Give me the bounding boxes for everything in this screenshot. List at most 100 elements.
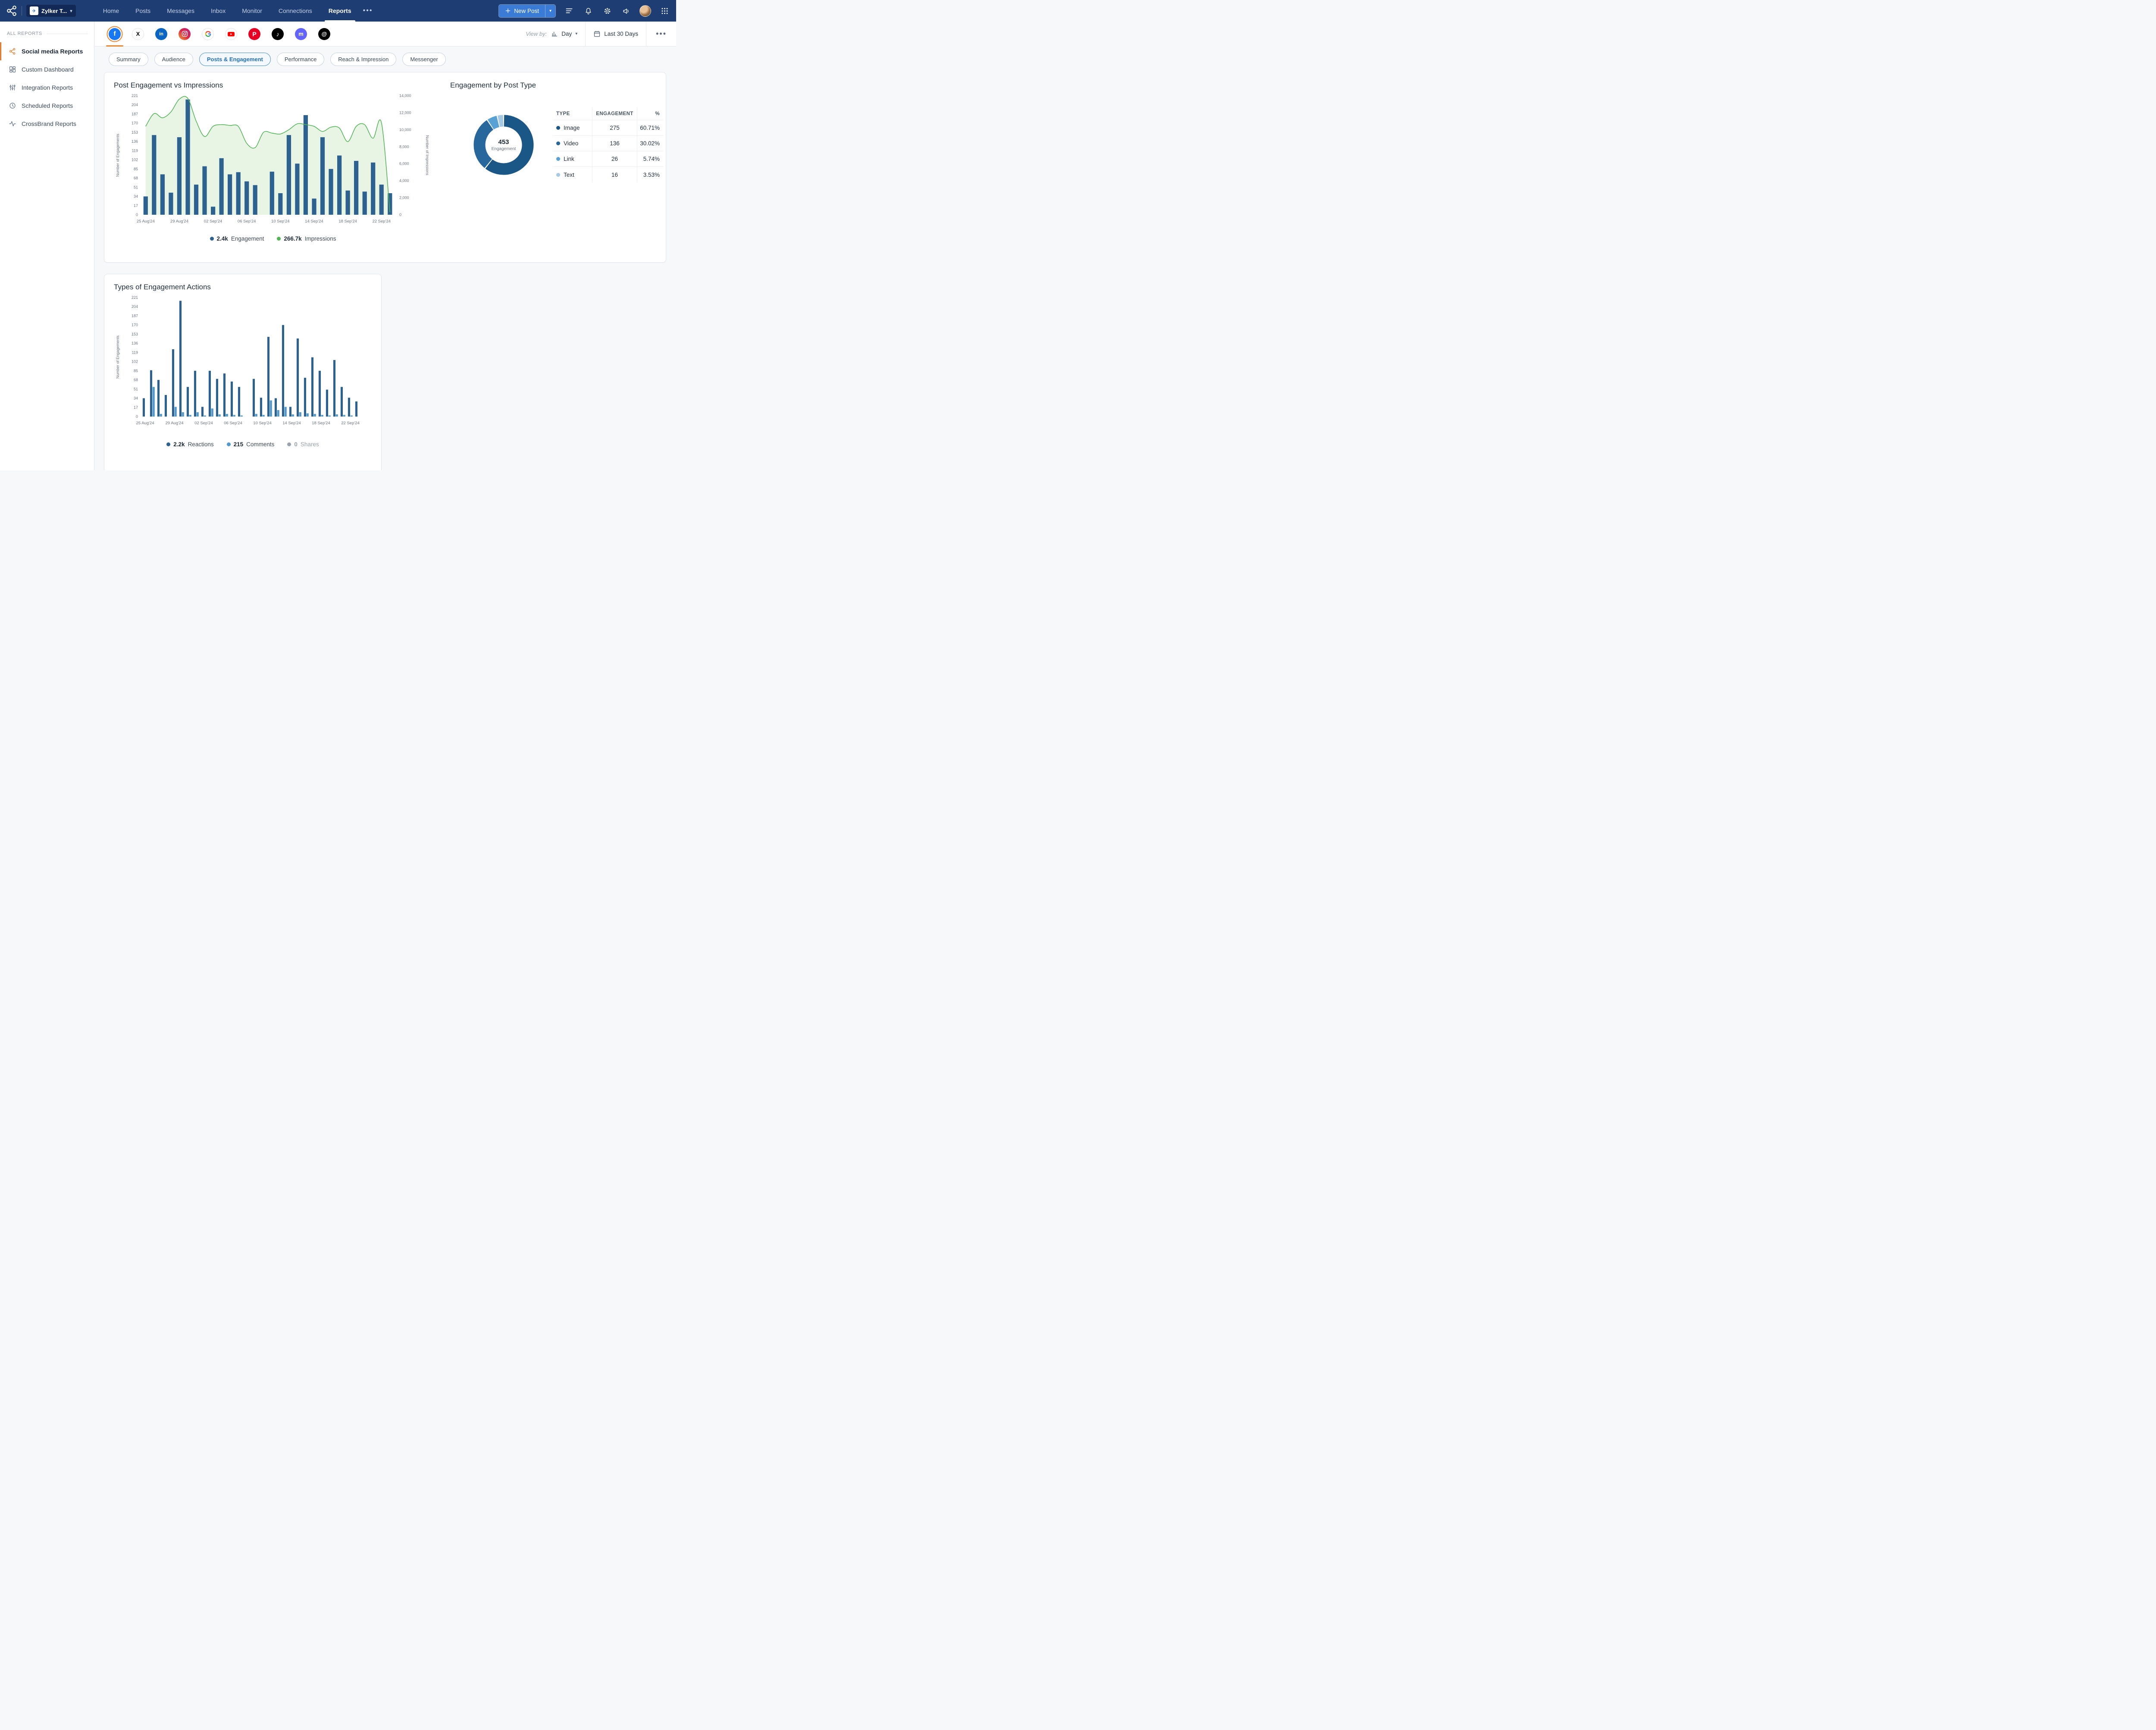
tab-messenger[interactable]: Messenger (402, 53, 446, 66)
legend-label: Reactions (188, 441, 214, 448)
actions-chart-title: Types of Engagement Actions (114, 283, 211, 291)
nav-posts[interactable]: Posts (127, 0, 159, 22)
svg-text:187: 187 (132, 313, 138, 318)
svg-text:8,000: 8,000 (399, 144, 409, 149)
svg-text:14 Sep'24: 14 Sep'24 (282, 421, 301, 426)
network-google-icon[interactable] (202, 28, 214, 40)
user-avatar[interactable] (639, 5, 651, 17)
channel-filter-row: f X in P ♪ m @ View by: Day ▾ Last 30 Da… (95, 21, 676, 47)
network-mastodon-icon[interactable]: m (295, 28, 307, 40)
brand-selector[interactable]: ✈ Zylker T... ▾ (26, 5, 76, 17)
svg-text:17: 17 (134, 204, 138, 208)
tab-summary[interactable]: Summary (109, 53, 148, 66)
type-label: Text (564, 171, 574, 178)
tab-audience[interactable]: Audience (154, 53, 193, 66)
nav-inbox[interactable]: Inbox (203, 0, 234, 22)
network-threads-icon[interactable]: @ (318, 28, 330, 40)
sidebar-item-label: CrossBrand Reports (22, 120, 76, 127)
legend-dot (226, 442, 231, 446)
svg-text:02 Sep'24: 02 Sep'24 (204, 219, 222, 224)
legend-reactions: 2.2k Reactions (166, 441, 214, 448)
col-percent: % (655, 111, 660, 116)
nav-more-icon[interactable]: ••• (360, 7, 376, 15)
nav-connections[interactable]: Connections (270, 0, 320, 22)
svg-text:6,000: 6,000 (399, 162, 409, 166)
type-pct: 3.53% (643, 171, 660, 178)
type-label: Link (564, 156, 574, 162)
legend-dot (556, 126, 560, 130)
sidebar-item-integration-reports[interactable]: Integration Reports (0, 78, 94, 97)
types-of-engagement-actions-chart: 0 17 34 51 68 85 102 119 136 153 170 187 204 221 Numbe… (116, 295, 360, 426)
tab-posts-engagement[interactable]: Posts & Engagement (199, 53, 271, 66)
tab-performance[interactable]: Performance (276, 53, 325, 66)
date-range-picker[interactable]: Last 30 Days (585, 21, 646, 47)
queue-list-icon[interactable] (564, 5, 575, 16)
network-instagram-icon[interactable] (179, 28, 191, 40)
combo-chart-title: Post Engagement vs Impressions (114, 81, 223, 89)
apps-grid-icon[interactable] (659, 5, 670, 16)
legend-value: 2.2k (173, 441, 185, 448)
col-type: TYPE (553, 107, 592, 120)
network-facebook-icon[interactable]: f (106, 28, 123, 47)
announcement-megaphone-icon[interactable] (620, 5, 632, 16)
legend-comments: 215 Comments (226, 441, 274, 448)
notifications-bell-icon[interactable] (583, 5, 594, 16)
dashboard-icon (9, 66, 16, 72)
type-value: 136 (592, 136, 637, 151)
nav-messages[interactable]: Messages (159, 0, 203, 22)
sidebar-item-label: Social media Reports (22, 48, 83, 55)
network-linkedin-icon[interactable]: in (155, 28, 167, 40)
engagement-actions-card: Types of Engagement Actions 0 17 34 51 68 85 1… (104, 274, 382, 470)
svg-text:136: 136 (132, 139, 138, 144)
new-post-button[interactable]: New Post (499, 4, 545, 17)
svg-text:22 Sep'24: 22 Sep'24 (341, 421, 360, 426)
engagement-impressions-card: Post Engagement vs Impressions 0 17 34 51 68… (104, 72, 666, 263)
svg-text:18 Sep'24: 18 Sep'24 (312, 421, 330, 426)
sidebar-item-social-media-reports[interactable]: Social media Reports (0, 42, 94, 60)
type-value: 16 (592, 167, 637, 182)
svg-text:06 Sep'24: 06 Sep'24 (238, 219, 256, 224)
svg-text:Number of Engagements: Number of Engagements (116, 335, 120, 379)
nav-monitor[interactable]: Monitor (234, 0, 270, 22)
type-value: 26 (592, 151, 637, 166)
table-row: Video 136 30.02% (553, 136, 663, 151)
engagement-vs-impressions-chart: 0 17 34 51 68 85 102 119 136 153 170 187 204 221 0 2,00… (116, 94, 429, 224)
svg-text:102: 102 (132, 158, 138, 162)
col-engagement: ENGAGEMENT (592, 107, 637, 120)
svg-text:14 Sep'24: 14 Sep'24 (305, 219, 323, 224)
chevron-down-icon: ▾ (70, 8, 72, 14)
type-pct: 30.02% (640, 140, 660, 147)
tab-reach-impression[interactable]: Reach & Impression (330, 53, 397, 66)
nav-home[interactable]: Home (95, 0, 127, 22)
svg-text:2,000: 2,000 (399, 196, 409, 200)
navbar-actions: New Post ▾ (498, 4, 670, 18)
svg-text:10,000: 10,000 (399, 128, 411, 132)
network-youtube-icon[interactable] (225, 28, 237, 40)
donut-chart-wrap: 453 Engagement (466, 107, 542, 183)
donut-row: 453 Engagement TYPE ENGAGEMENT % Image 2… (450, 107, 663, 183)
settings-gear-icon[interactable] (602, 5, 613, 16)
sidebar-item-scheduled-reports[interactable]: Scheduled Reports (0, 97, 94, 115)
legend-dot (210, 237, 214, 241)
zoho-social-logo (6, 5, 17, 16)
network-pinterest-icon[interactable]: P (248, 28, 260, 40)
svg-text:14,000: 14,000 (399, 94, 411, 98)
more-options-icon[interactable]: ••• (646, 21, 676, 47)
view-by-day-dropdown[interactable]: View by: Day ▾ (518, 22, 585, 47)
reports-sidebar: ALL REPORTS Social media Reports Custom … (0, 22, 94, 470)
svg-text:06 Sep'24: 06 Sep'24 (224, 421, 242, 426)
network-x-twitter-icon[interactable]: X (132, 28, 144, 40)
sidebar-item-custom-dashboard[interactable]: Custom Dashboard (0, 60, 94, 78)
post-type-section: Engagement by Post Type 453 Engagement T… (441, 72, 673, 262)
share-nodes-icon (9, 48, 16, 55)
new-post-dropdown-button[interactable]: ▾ (545, 4, 555, 17)
network-tiktok-icon[interactable]: ♪ (272, 28, 284, 40)
svg-text:68: 68 (134, 378, 138, 382)
combo-chart-section: Post Engagement vs Impressions 0 17 34 51 68… (104, 72, 441, 262)
nav-reports[interactable]: Reports (320, 0, 360, 22)
table-row: Text 16 3.53% (553, 167, 663, 182)
sidebar-item-crossbrand-reports[interactable]: CrossBrand Reports (0, 115, 94, 133)
pulse-icon (9, 121, 16, 126)
legend-label: Engagement (231, 235, 264, 242)
type-label: Video (564, 140, 579, 147)
